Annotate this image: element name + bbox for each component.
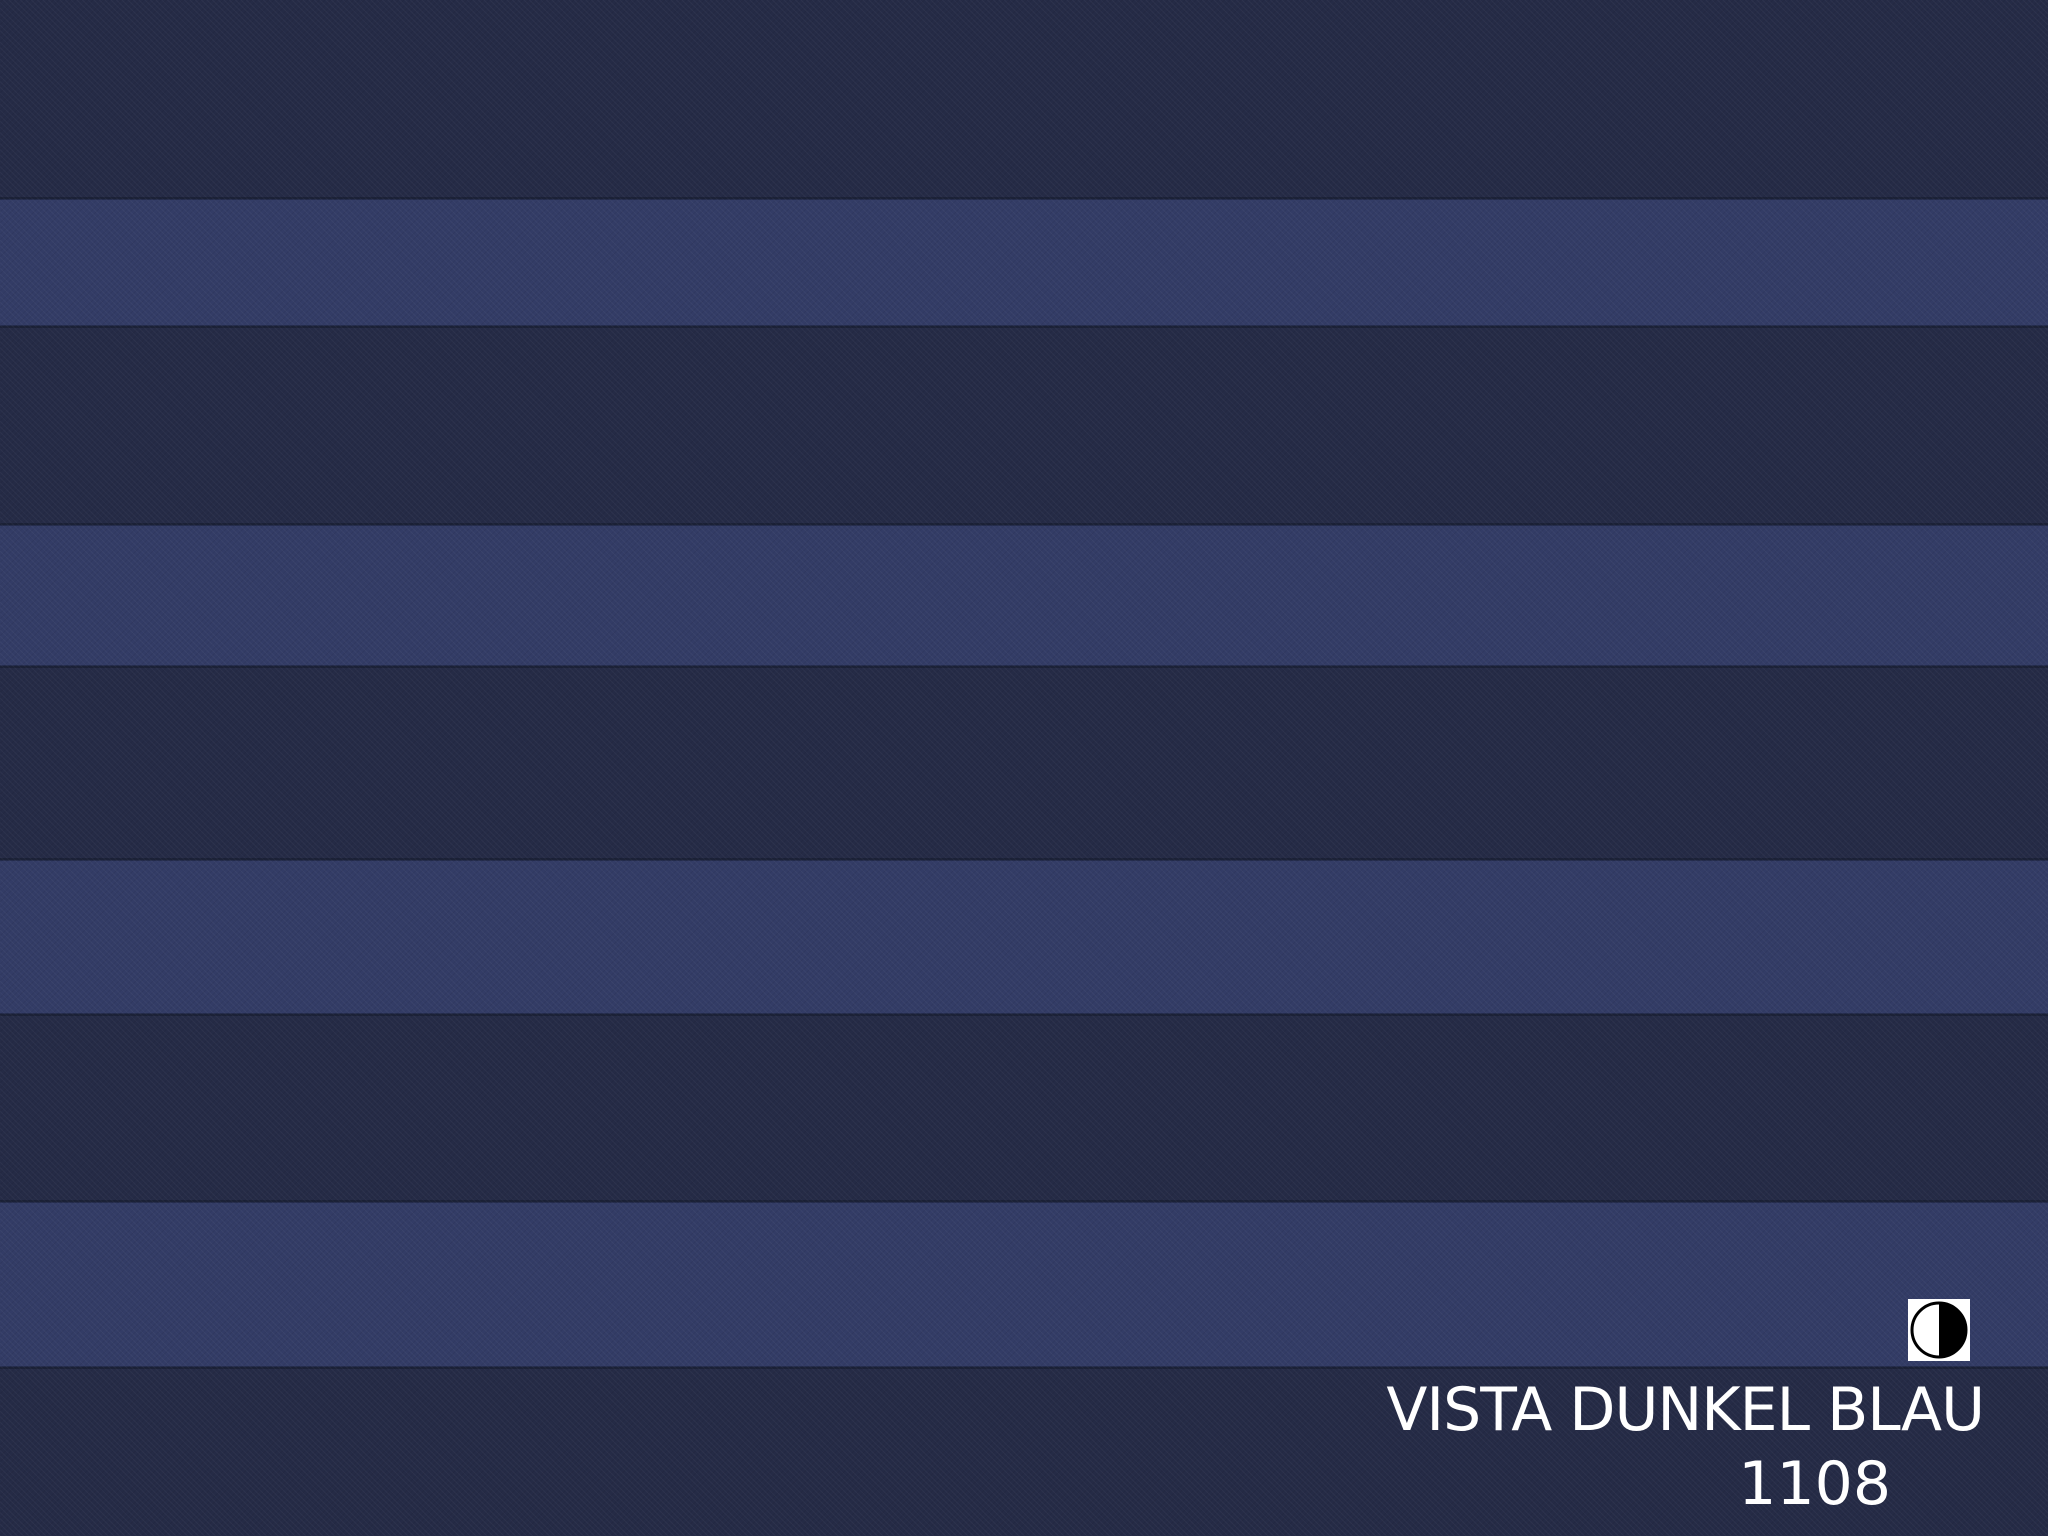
- product-name: VISTA DUNKEL BLAU: [1386, 1375, 1985, 1445]
- light-stripe: [0, 860, 2048, 1014]
- stripe-edge: [0, 197, 2048, 200]
- light-stripe: [0, 199, 2048, 326]
- dark-stripe: [0, 1014, 2048, 1202]
- light-stripe: [0, 525, 2048, 666]
- half-filled-circle-icon: [1908, 1299, 1970, 1361]
- dark-stripe: [0, 666, 2048, 860]
- stripe-edge: [0, 1200, 2048, 1203]
- stripe-edge: [0, 1013, 2048, 1016]
- stripe-edge: [0, 523, 2048, 526]
- dark-stripe: [0, 326, 2048, 525]
- stripe-edge: [0, 1366, 2048, 1369]
- stripe-edge: [0, 665, 2048, 668]
- stripe-edge: [0, 858, 2048, 861]
- stripe-edge: [0, 325, 2048, 328]
- dark-stripe: [0, 0, 2048, 199]
- light-stripe: [0, 1202, 2048, 1367]
- product-code: 1108: [1738, 1449, 1891, 1519]
- fabric-swatch: VISTA DUNKEL BLAU 1108: [0, 0, 2048, 1536]
